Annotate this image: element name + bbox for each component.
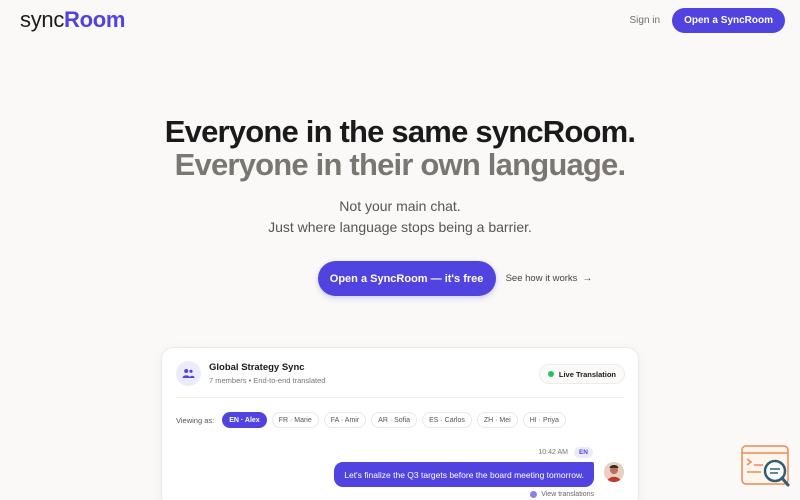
language-chip[interactable]: AR · Sofia bbox=[371, 412, 418, 428]
room-meta: 7 members • End-to-end translated bbox=[209, 376, 326, 385]
message-time: 10:42 AM bbox=[538, 449, 568, 456]
language-chip[interactable]: ES · Carlos bbox=[422, 412, 472, 428]
top-nav: Sign in Open a SyncRoom bbox=[630, 7, 785, 33]
hero-title: Everyone in the same syncRoom. Everyone … bbox=[0, 115, 800, 181]
see-how-it-works-link[interactable]: See how it works → bbox=[506, 273, 593, 284]
viewing-as-label: Viewing as: bbox=[176, 415, 215, 425]
logo[interactable]: sync Room bbox=[20, 7, 125, 33]
translate-icon bbox=[530, 491, 538, 498]
language-chip[interactable]: EN · Alex bbox=[222, 412, 267, 428]
live-status-dot bbox=[547, 371, 554, 377]
chat-preview-card: Global Strategy Sync 7 members • End-to-… bbox=[161, 347, 639, 500]
logo-text-sync: sync bbox=[20, 7, 65, 32]
hero-title-line1: Everyone in the same syncRoom. bbox=[164, 114, 636, 149]
sign-in-link[interactable]: Sign in bbox=[630, 15, 661, 26]
live-translation-badge: Live Translation bbox=[538, 364, 625, 384]
hero-subtitle: Not your main chat. Just where language … bbox=[0, 196, 800, 238]
cta-row: Open a SyncRoom — it's free See how it w… bbox=[0, 261, 800, 296]
language-chip[interactable]: ZH · Mei bbox=[476, 412, 518, 428]
search-chat-icon[interactable] bbox=[741, 445, 791, 489]
hero-subtitle-line1: Not your main chat. bbox=[339, 198, 461, 214]
room-header: Global Strategy Sync 7 members • End-to-… bbox=[176, 361, 325, 386]
message-lang-tag: EN bbox=[573, 447, 593, 458]
message-meta: 10:42 AM EN bbox=[538, 447, 593, 458]
message-bubble: Let's finalize the Q3 targets before the… bbox=[334, 462, 594, 487]
people-icon bbox=[176, 361, 201, 386]
open-syncroom-button[interactable]: Open a SyncRoom bbox=[672, 7, 785, 33]
arrow-right-icon: → bbox=[582, 273, 593, 284]
logo-text-room: Room bbox=[64, 7, 126, 32]
hero-title-line2: Everyone in their own language. bbox=[174, 147, 626, 182]
divider bbox=[176, 397, 624, 398]
view-translations-label: View translations bbox=[541, 491, 594, 498]
live-translation-label: Live Translation bbox=[558, 369, 616, 379]
language-chip[interactable]: FA · Amir bbox=[323, 412, 367, 428]
language-chip[interactable]: HI · Priya bbox=[522, 412, 566, 428]
site-header: sync Room Sign in Open a SyncRoom bbox=[0, 0, 800, 40]
room-name: Global Strategy Sync bbox=[209, 362, 305, 373]
hero-subtitle-line2: Just where language stops being a barrie… bbox=[268, 219, 532, 235]
avatar[interactable] bbox=[604, 462, 624, 482]
language-chip[interactable]: FR · Marie bbox=[271, 412, 319, 428]
viewing-as-row: Viewing as: EN · Alex FR · Marie FA · Amir… bbox=[176, 412, 566, 428]
view-translations-link[interactable]: View translations bbox=[530, 491, 594, 498]
see-how-label: See how it works bbox=[505, 273, 578, 284]
open-syncroom-free-button[interactable]: Open a SyncRoom — it's free bbox=[317, 261, 496, 296]
